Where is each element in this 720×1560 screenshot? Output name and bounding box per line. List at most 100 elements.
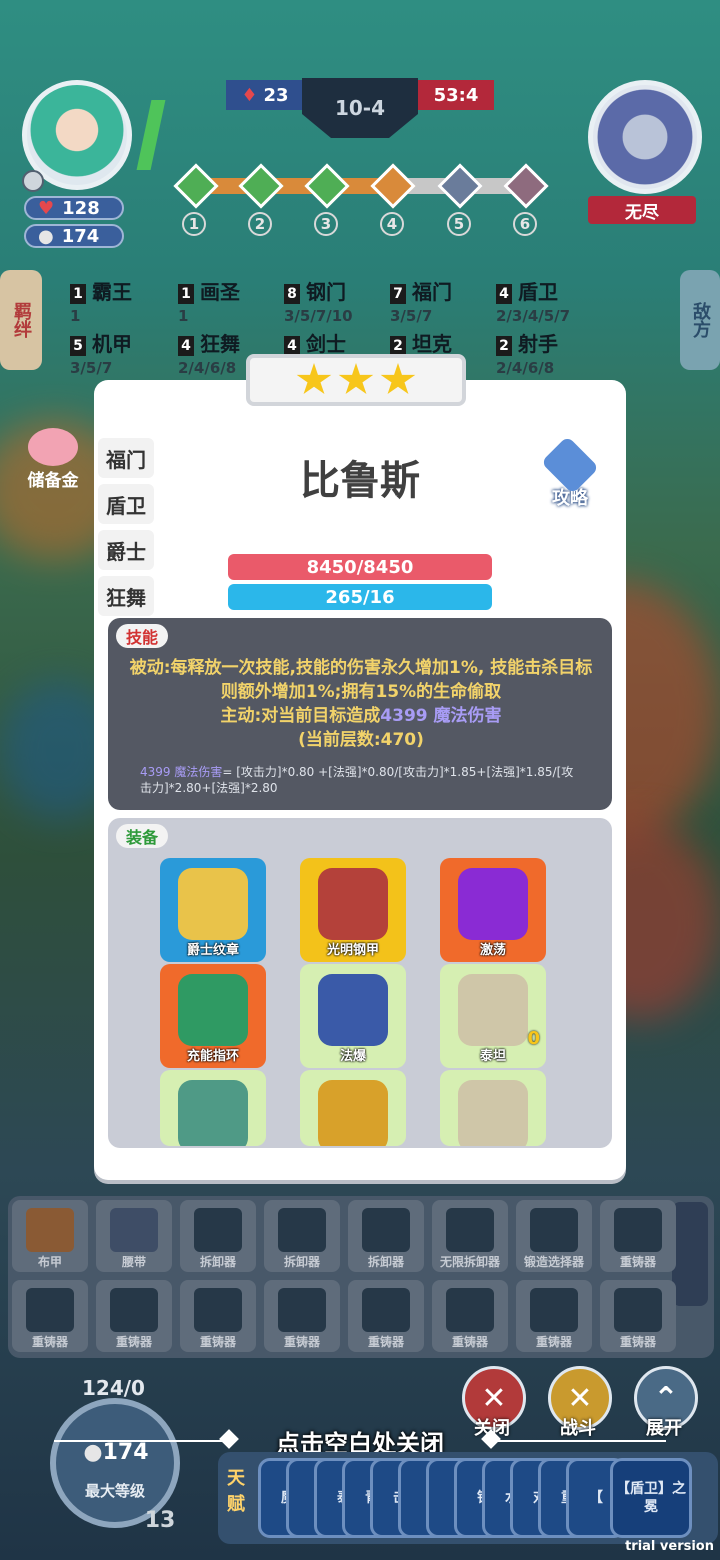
shoulder-armor-icon — [458, 974, 528, 1046]
reforge-gear-icon — [194, 1288, 242, 1332]
shoulder-armor-icon — [458, 1080, 528, 1146]
synergy-item: 4 剑士 — [284, 328, 346, 357]
synergy-steps: 1 — [178, 307, 189, 325]
bench-slot[interactable]: 重铸器 — [12, 1280, 88, 1352]
slot-label: 重铸器 — [31, 1335, 68, 1349]
reforge-gear-icon — [614, 1208, 662, 1252]
synergy-steps: 3/5/7 — [390, 307, 433, 325]
star-icon — [380, 363, 416, 394]
reforge-gear-icon — [446, 1288, 494, 1332]
star-rating — [246, 354, 466, 406]
synergy-name: 狂舞 — [200, 332, 240, 356]
synergy-steps: 3/5/7/10 — [284, 307, 353, 325]
synergy-item: 1 霸王 1 — [70, 276, 132, 325]
skill-tag: 技能 — [116, 624, 169, 648]
bench-slot[interactable]: 重铸器 — [96, 1280, 172, 1352]
vest-icon — [26, 1208, 74, 1252]
equipment-item[interactable]: 激荡 — [440, 858, 546, 962]
equipment-item[interactable]: 充能指环 — [160, 964, 266, 1068]
bench-slot[interactable]: 拆卸器 — [348, 1200, 424, 1272]
item-label: 爵士纹章 — [186, 943, 239, 958]
helmet-icon — [318, 1080, 388, 1146]
equipment-item[interactable]: 法爆 — [300, 964, 406, 1068]
slot-label: 无限拆卸器 — [439, 1255, 500, 1269]
formula-value: 4399 魔法伤害 — [140, 765, 223, 779]
equipment-item[interactable] — [160, 1070, 266, 1146]
remover-icon — [362, 1208, 410, 1252]
bench-slot[interactable]: 拆卸器 — [264, 1200, 340, 1272]
synergy-name: 霸王 — [92, 280, 132, 304]
equipment-item[interactable]: 光明钢甲 — [300, 858, 406, 962]
hint-line-right — [496, 1440, 666, 1442]
trait-tag[interactable]: 盾卫 — [98, 484, 154, 524]
equipment-item[interactable]: 爵士纹章 — [160, 858, 266, 962]
synergy-item: 4 狂舞 2/4/6/8 — [178, 328, 240, 377]
bench-slot[interactable]: 锻造选择器 — [516, 1200, 592, 1272]
enemy-avatar[interactable] — [588, 80, 702, 194]
stage-num-1: 1 — [182, 212, 206, 236]
skill-active-damage: 4399 魔法伤害 — [380, 706, 502, 726]
bench-slot[interactable]: 重铸器 — [600, 1280, 676, 1352]
trait-tag[interactable]: 爵士 — [98, 530, 154, 570]
enemy-name-tag: 无尽 — [588, 196, 696, 224]
synergy-count: 4 — [284, 335, 300, 356]
hp-pill: ♥ 128 — [24, 196, 124, 220]
synergy-name: 盾卫 — [518, 280, 558, 304]
level-number: 13 — [144, 1508, 176, 1533]
reserve-gold[interactable]: 储备金 — [18, 428, 88, 491]
guide-button[interactable]: 攻略 — [534, 435, 606, 510]
synergy-count: 1 — [178, 283, 194, 304]
synergy-name: 坦克 — [412, 332, 452, 356]
synergy-tab[interactable]: 羁绊 — [0, 270, 42, 370]
synergy-item: 7 福门 3/5/7 — [390, 276, 452, 325]
slot-label: 重铸器 — [367, 1335, 404, 1349]
coin-icon: ● — [38, 225, 54, 247]
trait-tag[interactable]: 福门 — [98, 438, 154, 478]
equipment-item[interactable]: 泰坦 0 — [440, 964, 546, 1068]
synergy-steps: 2/4/6/8 — [496, 359, 555, 377]
trait-tag[interactable]: 狂舞 — [98, 576, 154, 616]
enemy-tab[interactable]: 敌方 — [680, 270, 720, 370]
bench-scrollbar[interactable] — [672, 1202, 708, 1306]
slot-label: 重铸器 — [535, 1335, 572, 1349]
hero-name: 比鲁斯 — [300, 458, 420, 504]
star-icon — [338, 363, 374, 394]
stage-node-6-skull — [503, 163, 549, 209]
stage-num-6: 6 — [513, 212, 537, 236]
bench-slot[interactable]: 重铸器 — [432, 1280, 508, 1352]
synergy-item: 1 画圣 1 — [178, 276, 240, 325]
bench-slot[interactable]: 重铸器 — [516, 1280, 592, 1352]
bench-slot[interactable]: 无限拆卸器 — [432, 1200, 508, 1272]
damage-formula: 4399 魔法伤害= [攻击力]*0.80 +[法强]*0.80/[攻击力]*1… — [140, 764, 580, 796]
slot-label: 腰带 — [121, 1255, 146, 1269]
equipment-tag: 装备 — [116, 824, 169, 848]
slot-label: 拆卸器 — [283, 1255, 320, 1269]
bench-slot[interactable]: 重铸器 — [348, 1280, 424, 1352]
slot-label: 重铸器 — [115, 1335, 152, 1349]
bench-slot[interactable]: 重铸器 — [264, 1280, 340, 1352]
synergy-count: 1 — [70, 283, 86, 304]
slot-label: 重铸器 — [283, 1335, 320, 1349]
stage-num-4: 4 — [380, 212, 404, 236]
right-score: 53:4 — [418, 80, 494, 110]
bench-slot[interactable]: 拆卸器 — [180, 1200, 256, 1272]
remover-icon — [194, 1208, 242, 1252]
equipment-item[interactable] — [440, 1070, 546, 1146]
equipment-item[interactable] — [300, 1070, 406, 1146]
remover-icon — [278, 1208, 326, 1252]
stage-node-1 — [173, 163, 219, 209]
bench-slot[interactable]: 腰带 — [96, 1200, 172, 1272]
xp-counter: 124/0 — [82, 1376, 145, 1400]
synergy-name: 剑士 — [306, 332, 346, 356]
bench-slot[interactable]: 重铸器 — [180, 1280, 256, 1352]
stage-num-3: 3 — [314, 212, 338, 236]
gold-pill: ● 174 — [24, 224, 124, 248]
talent-card-featured[interactable]: 【盾卫】之冕 — [610, 1458, 692, 1538]
bench-slot[interactable]: 重铸器 — [600, 1200, 676, 1272]
synergy-steps: 2/3/4/5/7 — [496, 307, 571, 325]
reserve-gold-label: 储备金 — [27, 471, 79, 491]
flame-icon: ♦ — [241, 84, 258, 106]
slot-label: 布甲 — [37, 1255, 62, 1269]
bench-slot[interactable]: 布甲 — [12, 1200, 88, 1272]
settings-icon[interactable] — [22, 170, 44, 192]
